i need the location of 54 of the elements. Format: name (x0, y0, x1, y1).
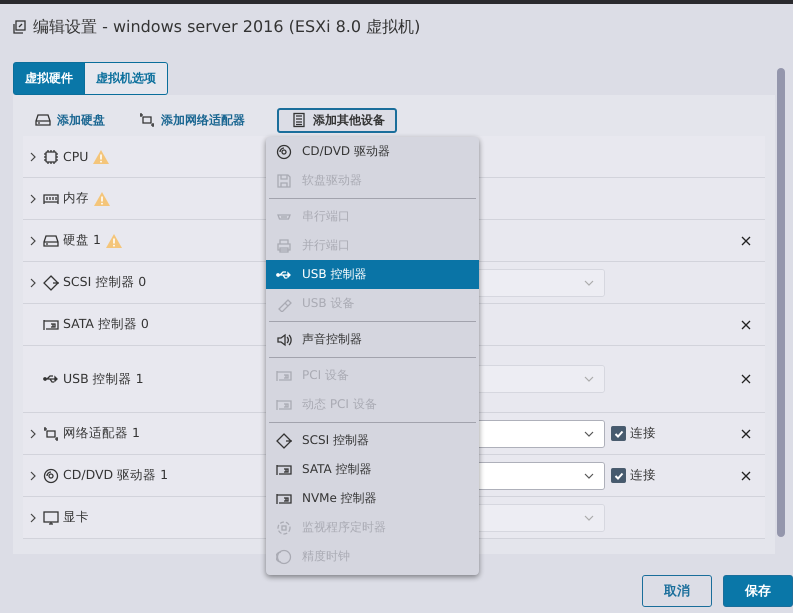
save-button[interactable]: 保存 (723, 575, 793, 607)
chevron-down-icon (584, 470, 594, 480)
menu-item[interactable]: CD/DVD 驱动器 (266, 137, 479, 166)
window-icon (11, 19, 27, 35)
chip-icon (43, 148, 59, 164)
menu-item[interactable]: SCSI 控制器 (266, 426, 479, 455)
chevron-down-icon (584, 428, 594, 438)
cancel-button[interactable]: 取消 (642, 575, 712, 607)
close-icon[interactable] (741, 236, 751, 246)
window-title: 编辑设置 - windows server 2016 (ESXi 8.0 虚拟机) (33, 16, 420, 38)
scrollbar-thumb[interactable] (777, 68, 785, 537)
device-label: 显卡 (63, 509, 89, 526)
checkbox[interactable] (611, 426, 626, 441)
tab[interactable]: 虚拟硬件 (13, 62, 85, 95)
close-icon[interactable] (741, 428, 751, 438)
device-label: SCSI 控制器 0 (63, 274, 146, 291)
chevron-down-icon (584, 374, 594, 384)
list-icon (291, 112, 307, 128)
menu-item[interactable]: SATA 控制器 (266, 455, 479, 484)
diamond-connector-icon (276, 432, 292, 448)
clock-icon (276, 548, 292, 564)
disc-icon (276, 144, 292, 160)
close-icon[interactable] (741, 320, 751, 330)
menu-item[interactable]: USB 控制器 (266, 260, 479, 289)
network-adapter-icon (43, 426, 59, 442)
checkmark-icon (614, 428, 624, 438)
close-icon[interactable] (741, 374, 751, 384)
device-label: CPU (63, 149, 88, 164)
diamond-connector-icon (43, 274, 59, 290)
checkmark-icon (614, 470, 624, 480)
timer-icon (276, 520, 292, 536)
printer-icon (276, 238, 292, 254)
toolbar-button[interactable]: 添加其他设备 (277, 108, 397, 132)
monitor-icon (43, 510, 59, 526)
close-icon[interactable] (741, 470, 751, 480)
menu-item[interactable]: 声音控制器 (266, 325, 479, 354)
device-label: 内存 (63, 190, 89, 207)
network-adapter-icon (139, 112, 155, 128)
disc-icon (43, 468, 59, 484)
toolbar-button[interactable]: 添加网络适配器 (137, 108, 257, 132)
device-label: 网络适配器 1 (63, 425, 140, 442)
menu-item[interactable]: NVMe 控制器 (266, 484, 479, 513)
tab[interactable]: 虚拟机选项 (85, 62, 168, 95)
checkbox-label: 连接 (630, 425, 656, 442)
device-label: USB 控制器 1 (63, 370, 144, 388)
device-label: 硬盘 1 (63, 232, 101, 249)
device-label: CD/DVD 驱动器 1 (63, 467, 168, 484)
device-label: SATA 控制器 0 (63, 316, 149, 333)
speaker-icon (276, 332, 292, 348)
chevron-down-icon (584, 278, 594, 288)
chevron-down-icon (584, 512, 594, 522)
toolbar-button[interactable]: 添加硬盘 (33, 108, 117, 132)
checkbox[interactable] (611, 468, 626, 483)
checkbox-label: 连接 (630, 467, 656, 484)
